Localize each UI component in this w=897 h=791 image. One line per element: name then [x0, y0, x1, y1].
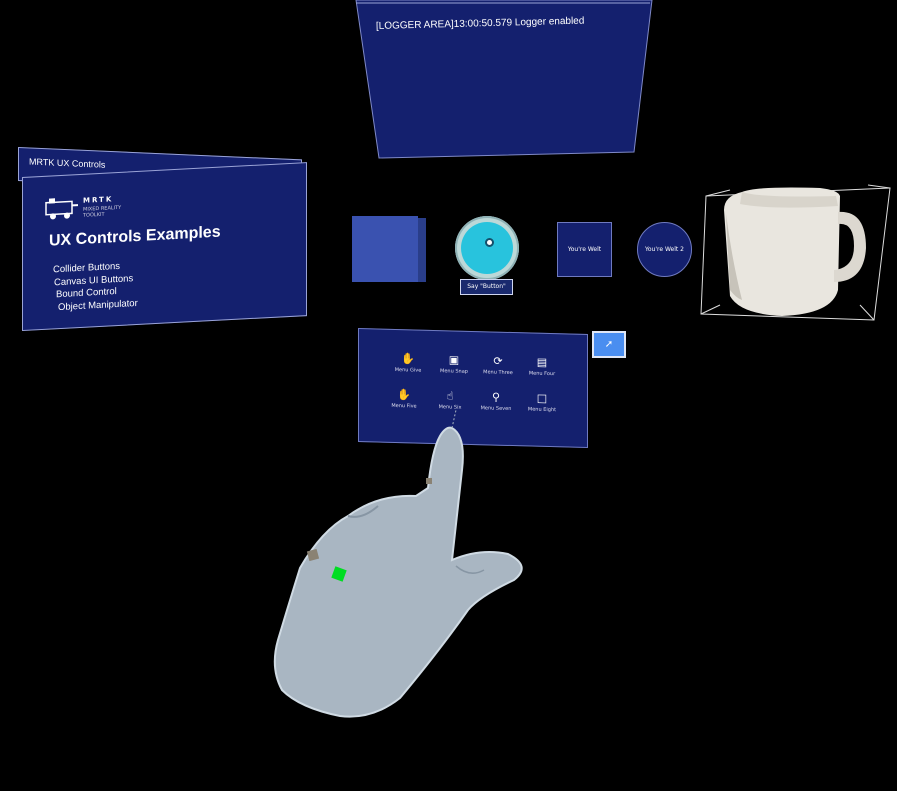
menu-item-give[interactable]: ✋ Menu Give	[383, 352, 433, 374]
logger-text: [LOGGER AREA]13:00:50.579 Logger enabled	[376, 16, 585, 32]
hand-icon: ✋	[397, 388, 411, 402]
chat-icon: □	[536, 391, 548, 405]
logo-text: MRTK	[83, 195, 114, 205]
square-button-label: You're Welt	[567, 246, 602, 253]
menu-item-five[interactable]: ✋ Menu Five	[379, 388, 429, 410]
tap-icon: ☝	[446, 389, 454, 403]
square-button[interactable]: You're Welt	[557, 222, 612, 277]
info-panel: MRTK MIXED REALITY TOOLKIT UX Controls E…	[22, 162, 307, 331]
info-list: Collider Buttons Canvas UI Buttons Bound…	[53, 260, 138, 314]
menu-item-six[interactable]: ☝ Menu Six	[425, 389, 475, 411]
page-title: UX Controls Examples	[49, 223, 221, 250]
circle-button[interactable]: You're Welt 2	[637, 222, 692, 277]
menu-item-snap[interactable]: ▣ Menu Snap	[429, 353, 479, 375]
round-push-button[interactable]	[455, 216, 519, 280]
menu-item-seven[interactable]: ⚲ Menu Seven	[471, 390, 521, 413]
cube-side	[418, 218, 426, 282]
logo-subtext: MIXED REALITY TOOLKIT	[83, 204, 122, 219]
menu-item-eight[interactable]: □ Menu Eight	[517, 391, 567, 414]
pin-icon: ➚	[604, 339, 614, 350]
circle-button-label: You're Welt 2	[645, 246, 684, 253]
scale-icon: ▤	[536, 355, 548, 369]
coffee-mug[interactable]	[724, 187, 866, 317]
cube-button[interactable]	[352, 216, 418, 282]
round-button-label: Say "Button"	[460, 279, 513, 295]
mrtk-logo-icon	[45, 195, 79, 221]
rotate-icon: ⟳	[493, 354, 503, 368]
mug-bounds-box[interactable]	[700, 184, 891, 321]
round-button-face	[461, 222, 513, 274]
hand-menu-panel: ✋ Menu Give ▣ Menu Snap ⟳ Menu Three ▤ M…	[358, 328, 588, 449]
hand-avatar	[273, 409, 523, 718]
target-icon	[485, 238, 494, 247]
hand-give-icon: ✋	[401, 352, 415, 366]
hand-joint-cursor	[331, 566, 347, 582]
menu-item-four[interactable]: ▤ Menu Four	[517, 355, 567, 377]
menu-item-three[interactable]: ⟳ Menu Three	[473, 354, 523, 377]
camera-icon: ▣	[448, 353, 460, 367]
search-icon: ⚲	[491, 390, 501, 404]
hand-joint-marker	[426, 478, 432, 484]
pin-button[interactable]: ➚	[592, 331, 626, 358]
hand-joint-marker	[306, 548, 320, 562]
info-header-title: MRTK UX Controls	[29, 156, 106, 170]
